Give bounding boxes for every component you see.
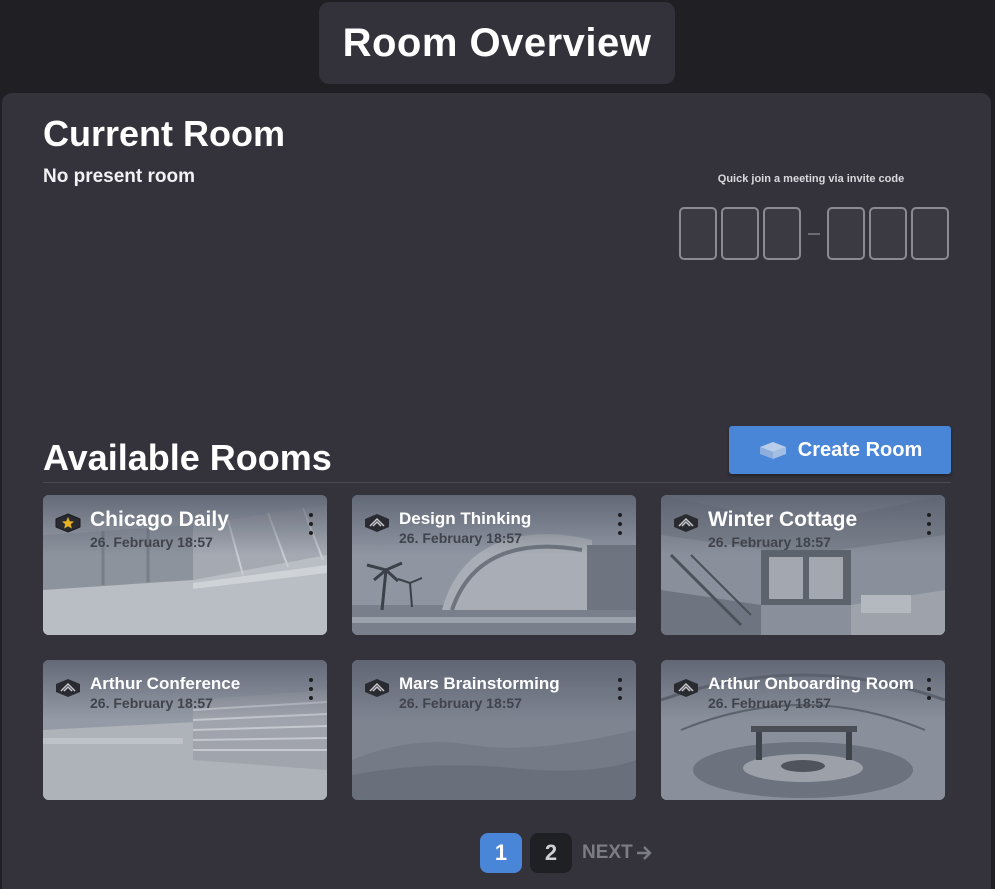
current-room-status: No present room	[43, 166, 196, 187]
room-icon	[56, 679, 80, 697]
room-date: 26. February 18:57	[399, 695, 522, 711]
main-panel: Current Room No present room Quick join …	[2, 93, 991, 889]
room-date: 26. February 18:57	[90, 695, 213, 711]
more-options-icon[interactable]	[305, 513, 317, 535]
next-label: NEXT	[582, 842, 633, 863]
create-room-label: Create Room	[797, 438, 923, 461]
quick-join-label: Quick join a meeting via invite code	[717, 173, 905, 185]
more-options-icon[interactable]	[923, 513, 935, 535]
invite-code-input[interactable]	[679, 207, 953, 260]
room-card-winter-cottage[interactable]: Winter Cottage 26. February 18:57	[661, 495, 945, 635]
invite-code-digit-2[interactable]	[721, 207, 759, 260]
cube-icon	[759, 442, 786, 459]
invite-code-digit-4[interactable]	[827, 207, 865, 260]
more-options-icon[interactable]	[305, 678, 317, 700]
page-title-tab: Room Overview	[319, 2, 675, 84]
room-name: Mars Brainstorming	[399, 674, 560, 693]
more-options-icon[interactable]	[614, 513, 626, 535]
room-card-chicago-daily[interactable]: Chicago Daily 26. February 18:57	[43, 495, 327, 635]
arrow-right-icon	[636, 846, 652, 860]
page-button-1[interactable]: 1	[480, 833, 522, 873]
room-date: 26. February 18:57	[90, 534, 213, 550]
room-card-mars-brainstorming[interactable]: Mars Brainstorming 26. February 18:57	[352, 660, 636, 800]
available-rooms-heading: Available Rooms	[43, 437, 332, 478]
room-grid: Chicago Daily 26. February 18:57 Design …	[43, 495, 945, 800]
invite-code-digit-3[interactable]	[763, 207, 801, 260]
section-divider	[43, 482, 951, 483]
more-options-icon[interactable]	[614, 678, 626, 700]
invite-code-digit-1[interactable]	[679, 207, 717, 260]
room-name: Design Thinking	[399, 509, 532, 528]
room-icon	[365, 679, 389, 697]
more-options-icon[interactable]	[923, 678, 935, 700]
invite-code-digit-6[interactable]	[911, 207, 949, 260]
room-name: Arthur Conference	[90, 674, 241, 693]
next-page-link[interactable]: NEXT	[582, 842, 653, 864]
room-name: Chicago Daily	[90, 508, 229, 531]
current-room-heading: Current Room	[43, 113, 285, 154]
room-card-design-thinking[interactable]: Design Thinking 26. February 18:57	[352, 495, 636, 635]
room-card-arthur-conference[interactable]: Arthur Conference 26. February 18:57	[43, 660, 327, 800]
room-card-arthur-onboarding-room[interactable]: Arthur Onboarding Room 26. February 18:5…	[661, 660, 945, 800]
page-title: Room Overview	[342, 20, 652, 65]
room-icon	[674, 679, 698, 697]
star-room-icon	[55, 513, 81, 533]
room-date: 26. February 18:57	[399, 530, 522, 546]
pagination: 1 2 NEXT	[480, 833, 653, 873]
invite-code-digit-5[interactable]	[869, 207, 907, 260]
room-icon	[674, 514, 698, 532]
create-room-button[interactable]: Create Room	[729, 426, 951, 474]
room-date: 26. February 18:57	[708, 695, 831, 711]
room-name: Arthur Onboarding Room	[708, 674, 914, 693]
page-button-2[interactable]: 2	[530, 833, 572, 873]
room-name: Winter Cottage	[708, 508, 858, 531]
invite-code-separator	[808, 232, 820, 235]
room-date: 26. February 18:57	[708, 534, 831, 550]
room-icon	[365, 514, 389, 532]
